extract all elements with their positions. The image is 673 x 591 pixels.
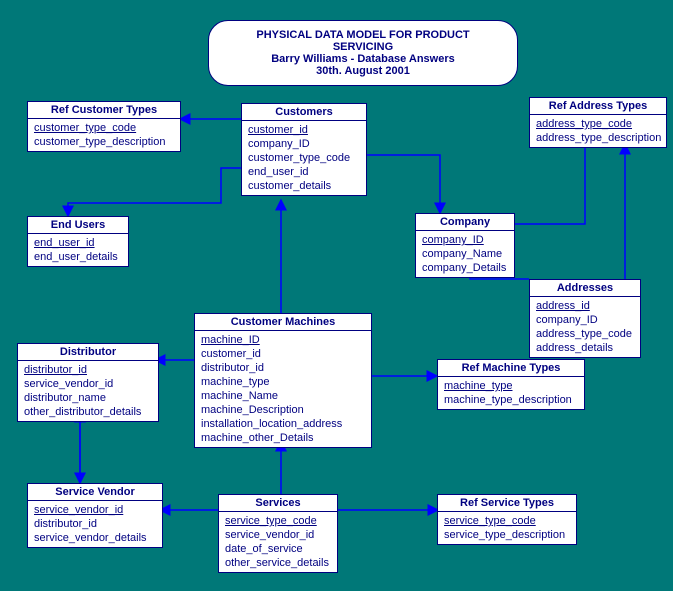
attr: address_type_description [536, 131, 660, 145]
entity-header: Ref Address Types [530, 98, 666, 115]
entity-header: Distributor [18, 344, 158, 361]
attr: company_Details [422, 261, 508, 275]
entity-header: Ref Machine Types [438, 360, 584, 377]
attr: company_ID [248, 137, 360, 151]
attr: customer_id [248, 123, 360, 137]
attr: machine_Name [201, 389, 365, 403]
entity-header: Customer Machines [195, 314, 371, 331]
attr: address_details [536, 341, 634, 355]
entity-header: End Users [28, 217, 128, 234]
entity-body: service_type_codeservice_type_descriptio… [438, 512, 576, 544]
entity-customers: Customerscustomer_idcompany_IDcustomer_t… [241, 103, 367, 196]
attr: date_of_service [225, 542, 331, 556]
attr: customer_id [201, 347, 365, 361]
attr: service_vendor_details [34, 531, 156, 545]
title-line3: 30th. August 2001 [233, 65, 493, 77]
attr: distributor_id [201, 361, 365, 375]
entity-body: customer_type_codecustomer_type_descript… [28, 119, 180, 151]
attr: machine_type_description [444, 393, 578, 407]
entity-ref-machine-types: Ref Machine Typesmachine_typemachine_typ… [437, 359, 585, 410]
title-box: PHYSICAL DATA MODEL FOR PRODUCT SERVICIN… [208, 20, 518, 86]
entity-body: company_IDcompany_Namecompany_Details [416, 231, 514, 277]
entity-customer-machines: Customer Machinesmachine_IDcustomer_iddi… [194, 313, 372, 448]
entity-end-users: End Usersend_user_idend_user_details [27, 216, 129, 267]
entity-services: Servicesservice_type_codeservice_vendor_… [218, 494, 338, 573]
attr: company_Name [422, 247, 508, 261]
attr: service_vendor_id [225, 528, 331, 542]
entity-distributor: Distributordistributor_idservice_vendor_… [17, 343, 159, 422]
attr: machine_ID [201, 333, 365, 347]
entity-header: Customers [242, 104, 366, 121]
attr: machine_Description [201, 403, 365, 417]
entity-ref-address-types: Ref Address Typesaddress_type_codeaddres… [529, 97, 667, 148]
entity-company: Companycompany_IDcompany_Namecompany_Det… [415, 213, 515, 278]
entity-body: machine_IDcustomer_iddistributor_idmachi… [195, 331, 371, 447]
title-line1: PHYSICAL DATA MODEL FOR PRODUCT SERVICIN… [233, 29, 493, 53]
attr: machine_other_Details [201, 431, 365, 445]
attr: address_type_code [536, 327, 634, 341]
entity-header: Addresses [530, 280, 640, 297]
entity-body: customer_idcompany_IDcustomer_type_codee… [242, 121, 366, 195]
attr: service_vendor_id [24, 377, 152, 391]
attr: machine_type [444, 379, 578, 393]
attr: service_type_description [444, 528, 570, 542]
attr: address_type_code [536, 117, 660, 131]
attr: customer_type_code [248, 151, 360, 165]
attr: installation_location_address [201, 417, 365, 431]
entity-addresses: Addressesaddress_idcompany_IDaddress_typ… [529, 279, 641, 358]
attr: distributor_name [24, 391, 152, 405]
attr: company_ID [422, 233, 508, 247]
attr: end_user_id [248, 165, 360, 179]
attr: company_ID [536, 313, 634, 327]
attr: machine_type [201, 375, 365, 389]
entity-body: distributor_idservice_vendor_iddistribut… [18, 361, 158, 421]
attr: other_distributor_details [24, 405, 152, 419]
entity-ref-customer-types: Ref Customer Typescustomer_type_codecust… [27, 101, 181, 152]
attr: distributor_id [24, 363, 152, 377]
entity-header: Ref Customer Types [28, 102, 180, 119]
attr: service_vendor_id [34, 503, 156, 517]
entity-body: service_type_codeservice_vendor_iddate_o… [219, 512, 337, 572]
diagram-canvas: PHYSICAL DATA MODEL FOR PRODUCT SERVICIN… [0, 0, 673, 591]
title-line2: Barry Williams - Database Answers [233, 53, 493, 65]
entity-body: address_idcompany_IDaddress_type_codeadd… [530, 297, 640, 357]
attr: address_id [536, 299, 634, 313]
entity-header: Service Vendor [28, 484, 162, 501]
attr: customer_type_code [34, 121, 174, 135]
attr: customer_type_description [34, 135, 174, 149]
attr: service_type_code [444, 514, 570, 528]
entity-header: Ref Service Types [438, 495, 576, 512]
entity-body: machine_typemachine_type_description [438, 377, 584, 409]
attr: customer_details [248, 179, 360, 193]
attr: service_type_code [225, 514, 331, 528]
entity-header: Services [219, 495, 337, 512]
entity-ref-service-types: Ref Service Typesservice_type_codeservic… [437, 494, 577, 545]
entity-body: end_user_idend_user_details [28, 234, 128, 266]
attr: distributor_id [34, 517, 156, 531]
entity-service-vendor: Service Vendorservice_vendor_iddistribut… [27, 483, 163, 548]
entity-body: service_vendor_iddistributor_idservice_v… [28, 501, 162, 547]
entity-body: address_type_codeaddress_type_descriptio… [530, 115, 666, 147]
attr: other_service_details [225, 556, 331, 570]
entity-header: Company [416, 214, 514, 231]
attr: end_user_details [34, 250, 122, 264]
attr: end_user_id [34, 236, 122, 250]
